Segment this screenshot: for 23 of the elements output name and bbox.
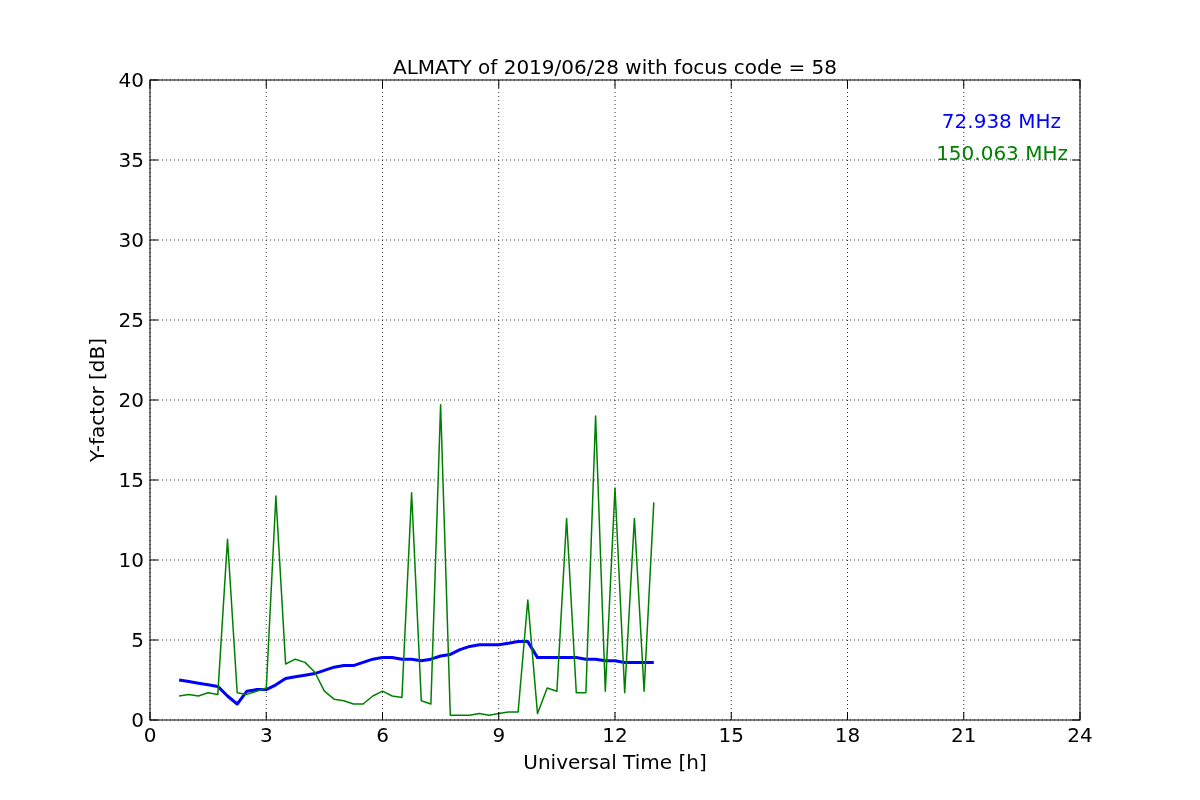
y-tick-label: 15 [118,468,144,492]
x-tick-label: 15 [718,723,744,747]
y-tick-label: 20 [118,388,144,412]
y-tick-label: 25 [118,308,144,332]
y-tick-label: 10 [118,548,144,572]
y-tick-label: 5 [131,628,144,652]
x-tick-label: 6 [376,723,389,747]
x-tick-label: 0 [143,723,157,747]
legend-label: 72.938 MHz [941,109,1061,133]
y-tick-label: 30 [118,228,144,252]
y-tick-label: 35 [118,148,144,172]
legend-label: 150.063 MHz [936,141,1068,165]
y-tick-label: 40 [118,68,144,92]
y-tick-label: 0 [131,708,144,732]
chart-title: ALMATY of 2019/06/28 with focus code = 58 [393,55,837,79]
x-tick-label: 21 [951,723,977,747]
x-tick-label: 9 [492,723,506,747]
x-tick-label: 24 [1067,723,1093,747]
x-axis-label: Universal Time [h] [523,750,707,774]
x-tick-label: 3 [259,723,273,747]
x-tick-label: 18 [834,723,861,747]
y-axis-label: Y-factor [dB] [85,338,109,462]
x-tick-label: 12 [602,723,628,747]
